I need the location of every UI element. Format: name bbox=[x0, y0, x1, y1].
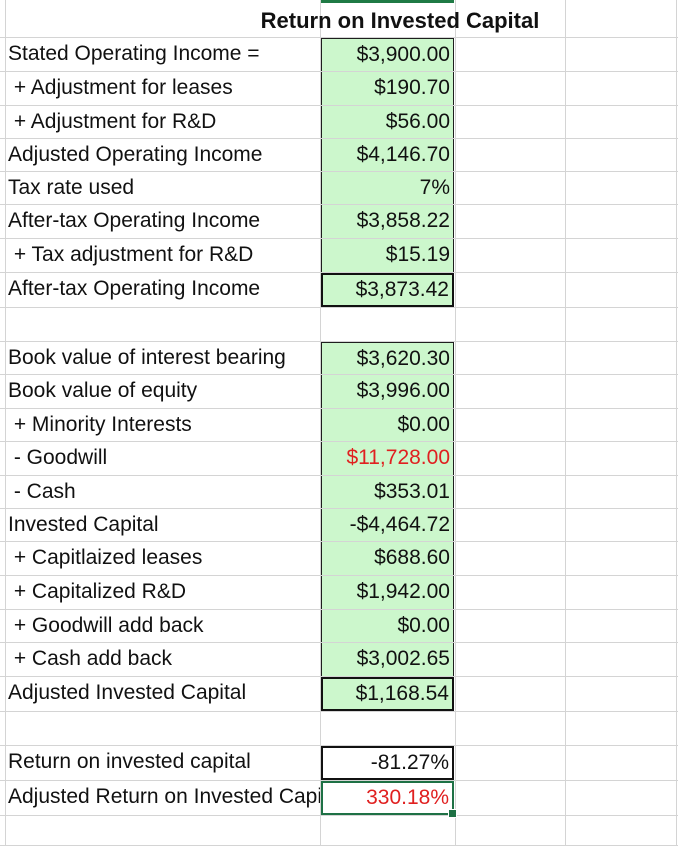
row-value[interactable]: $0.00 bbox=[321, 610, 454, 642]
table-row[interactable]: Return on invested capital -81.27% bbox=[0, 746, 678, 781]
row-value[interactable]: $3,996.00 bbox=[321, 375, 454, 408]
row-value[interactable]: $0.00 bbox=[321, 409, 454, 441]
row-value[interactable]: $3,873.42 bbox=[321, 273, 454, 307]
row-value[interactable]: $190.70 bbox=[321, 72, 454, 105]
row-value[interactable]: $353.01 bbox=[321, 476, 454, 508]
row-value[interactable]: $1,168.54 bbox=[321, 677, 454, 711]
table-row[interactable]: After-tax Operating Income $3,873.42 bbox=[0, 273, 678, 308]
title-row[interactable]: Return on Invested Capital bbox=[0, 0, 678, 38]
row-label[interactable]: Book value of equity bbox=[6, 375, 318, 408]
row-label[interactable]: After-tax Operating Income bbox=[6, 205, 318, 238]
row-label[interactable]: Stated Operating Income = bbox=[6, 38, 318, 71]
row-label[interactable]: - Cash bbox=[6, 476, 318, 508]
row-value[interactable]: $3,858.22 bbox=[321, 205, 454, 238]
row-value[interactable]: $688.60 bbox=[321, 542, 454, 575]
row-value[interactable]: 7% bbox=[321, 172, 454, 204]
row-value[interactable]: $3,002.65 bbox=[321, 643, 454, 676]
row-label[interactable]: Adjusted Invested Capital bbox=[6, 677, 318, 711]
row-value[interactable]: $56.00 bbox=[321, 106, 454, 138]
row-label[interactable]: Book value of interest bearing bbox=[6, 342, 318, 374]
row-value[interactable]: $15.19 bbox=[321, 239, 454, 272]
row-label[interactable]: Invested Capital bbox=[6, 509, 318, 541]
table-row[interactable]: Tax rate used 7% bbox=[0, 172, 678, 205]
row-value: 330.18% bbox=[366, 786, 449, 809]
table-row[interactable]: Book value of interest bearing $3,620.30 bbox=[0, 342, 678, 375]
row-label[interactable]: + Adjustment for leases bbox=[6, 72, 318, 105]
row-label[interactable]: + Capitalized R&D bbox=[6, 576, 318, 609]
table-row[interactable]: + Capitalized R&D $1,942.00 bbox=[0, 576, 678, 610]
spreadsheet: Return on Invested Capital Stated Operat… bbox=[0, 0, 678, 846]
table-row[interactable]: Adjusted Invested Capital $1,168.54 bbox=[0, 677, 678, 712]
row-label[interactable]: + Tax adjustment for R&D bbox=[6, 239, 318, 272]
row-value[interactable]: $1,942.00 bbox=[321, 576, 454, 609]
table-title: Return on Invested Capital bbox=[260, 8, 540, 33]
table-row[interactable]: Book value of equity $3,996.00 bbox=[0, 375, 678, 409]
row-value[interactable]: $11,728.00 bbox=[321, 442, 454, 475]
row-label[interactable]: + Adjustment for R&D bbox=[6, 106, 318, 138]
row-label[interactable]: Return on invested capital bbox=[6, 746, 318, 780]
empty-row[interactable] bbox=[0, 712, 678, 746]
row-label[interactable]: + Cash add back bbox=[6, 643, 318, 676]
table-row[interactable]: + Minority Interests $0.00 bbox=[0, 409, 678, 442]
row-label[interactable]: Adjusted Return on Invested Capital bbox=[6, 781, 320, 815]
selected-cell[interactable]: 330.18% bbox=[321, 781, 457, 818]
table-row[interactable]: + Adjustment for leases $190.70 bbox=[0, 72, 678, 106]
table-row[interactable]: + Goodwill add back $0.00 bbox=[0, 610, 678, 643]
row-value[interactable]: -$4,464.72 bbox=[321, 509, 454, 541]
table-row[interactable]: Stated Operating Income = $3,900.00 bbox=[0, 38, 678, 72]
row-label[interactable]: - Goodwill bbox=[6, 442, 318, 475]
row-value[interactable]: -81.27% bbox=[321, 746, 454, 780]
row-label[interactable]: + Capitlaized leases bbox=[6, 542, 318, 575]
table-row[interactable]: - Cash $353.01 bbox=[0, 476, 678, 509]
row-label[interactable]: Adjusted Operating Income bbox=[6, 139, 318, 171]
empty-row[interactable] bbox=[0, 308, 678, 342]
table-row[interactable]: - Goodwill $11,728.00 bbox=[0, 442, 678, 476]
row-value[interactable]: $3,900.00 bbox=[321, 38, 454, 71]
table-row[interactable]: + Tax adjustment for R&D $15.19 bbox=[0, 239, 678, 273]
table-row[interactable]: Adjusted Return on Invested Capital 330.… bbox=[0, 781, 678, 818]
row-value[interactable]: $3,620.30 bbox=[321, 342, 454, 374]
table-row[interactable]: After-tax Operating Income $3,858.22 bbox=[0, 205, 678, 239]
table-row[interactable]: Invested Capital -$4,464.72 bbox=[0, 509, 678, 542]
table-row[interactable]: + Cash add back $3,002.65 bbox=[0, 643, 678, 677]
row-value[interactable]: $4,146.70 bbox=[321, 139, 454, 171]
table-row[interactable]: Adjusted Operating Income $4,146.70 bbox=[0, 139, 678, 172]
empty-row[interactable] bbox=[0, 816, 678, 846]
row-label[interactable]: + Goodwill add back bbox=[6, 610, 318, 642]
row-label[interactable]: Tax rate used bbox=[6, 172, 318, 204]
row-label[interactable]: After-tax Operating Income bbox=[6, 273, 318, 307]
row-label[interactable]: + Minority Interests bbox=[6, 409, 318, 441]
table-row[interactable]: + Adjustment for R&D $56.00 bbox=[0, 106, 678, 139]
table-row[interactable]: + Capitlaized leases $688.60 bbox=[0, 542, 678, 576]
